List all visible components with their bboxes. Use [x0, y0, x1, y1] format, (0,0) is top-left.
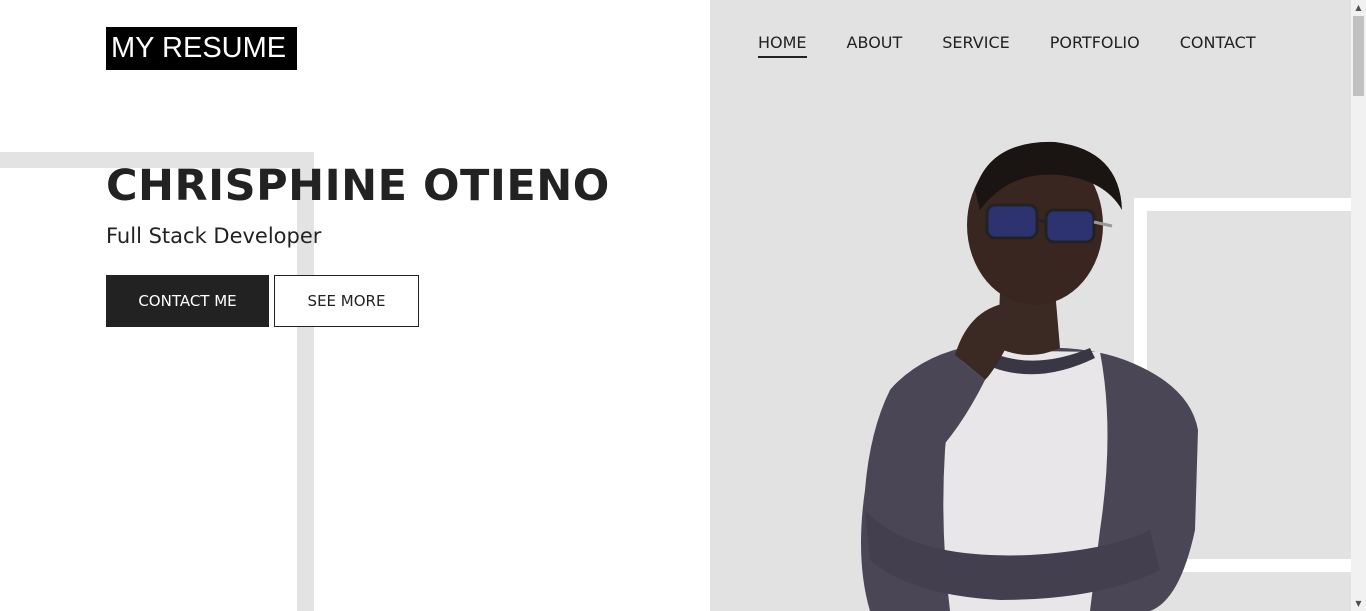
- hero-name: CHRISPHINE OTIENO: [106, 161, 610, 211]
- page-scrollbar[interactable]: ▲ ▼: [1351, 0, 1366, 611]
- nav-item-service[interactable]: SERVICE: [942, 32, 1009, 58]
- page: MY RESUME HOME ABOUT SERVICE PORTFOLIO C…: [0, 0, 1366, 611]
- nav-item-portfolio[interactable]: PORTFOLIO: [1050, 32, 1140, 58]
- contact-me-button[interactable]: CONTACT ME: [106, 275, 269, 327]
- see-more-button[interactable]: SEE MORE: [274, 275, 419, 327]
- triangle-up-icon[interactable]: ▲: [1351, 0, 1366, 15]
- triangle-down-icon[interactable]: ▼: [1351, 596, 1366, 611]
- nav-item-home[interactable]: HOME: [758, 32, 807, 58]
- main-nav: HOME ABOUT SERVICE PORTFOLIO CONTACT: [758, 32, 1296, 62]
- hero-role: Full Stack Developer: [106, 224, 322, 248]
- site-logo[interactable]: MY RESUME: [106, 27, 297, 70]
- nav-item-about[interactable]: ABOUT: [847, 32, 903, 58]
- nav-item-contact[interactable]: CONTACT: [1180, 32, 1256, 58]
- portrait-photo: [861, 141, 1198, 611]
- scrollbar-thumb[interactable]: [1353, 16, 1364, 96]
